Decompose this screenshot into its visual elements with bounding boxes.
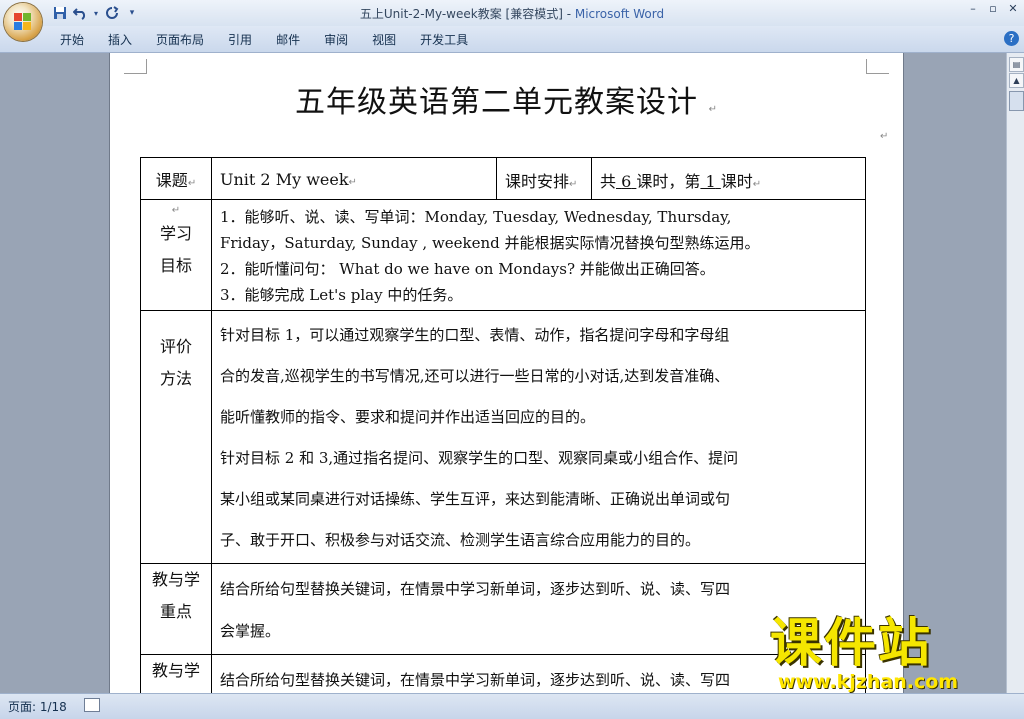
- table-row-evaluation: 评价 方法 针对目标 1，可以通过观察学生的口型、表情、动作，指名提问字母和字母…: [140, 310, 866, 564]
- schedule-label: 课时安排: [505, 171, 570, 191]
- ruler-toggle-icon[interactable]: ▤: [1009, 57, 1024, 72]
- schedule-total-value: 6: [621, 171, 632, 191]
- tab-mailings[interactable]: 邮件: [276, 31, 300, 48]
- lesson-plan-table: 课题↵ Unit 2 My week↵ 课时安排↵ 共 6 课时，第 1 课时↵…: [140, 157, 866, 693]
- goals-label-2: 目标: [159, 256, 192, 275]
- cell-mark: ↵: [348, 177, 357, 188]
- table-row-difficulties: 教与学 难点 结合所给句型替换关键词，在情景中学习新单词，逐步达到听、说、读、写…: [140, 654, 866, 693]
- difficulties-label-cell[interactable]: 教与学 难点: [140, 654, 212, 693]
- table-row-topic: 课题↵ Unit 2 My week↵ 课时安排↵ 共 6 课时，第 1 课时↵: [140, 157, 866, 200]
- tab-references[interactable]: 引用: [228, 31, 252, 48]
- topic-label-cell[interactable]: 课题↵: [140, 157, 212, 200]
- tab-page-layout[interactable]: 页面布局: [156, 31, 204, 48]
- proofing-icon[interactable]: [84, 698, 100, 712]
- evaluation-line-1: 针对目标 1，可以通过观察学生的口型、表情、动作，指名提问字母和字母组: [220, 326, 730, 344]
- tab-developer[interactable]: 开发工具: [420, 31, 468, 48]
- document-title-text: 五年级英语第二单元教案设计: [295, 85, 699, 120]
- cell-mark: ↵: [752, 178, 762, 190]
- tab-home[interactable]: 开始: [60, 31, 84, 48]
- scroll-thumb[interactable]: [1009, 91, 1024, 111]
- key-points-label-1: 教与学: [151, 570, 200, 589]
- tab-review[interactable]: 审阅: [324, 31, 348, 48]
- tab-view[interactable]: 视图: [372, 31, 396, 48]
- key-points-content-cell[interactable]: 结合所给句型替换关键词，在情景中学习新单词，逐步达到听、说、读、写四 会掌握。: [211, 563, 866, 655]
- evaluation-content-cell[interactable]: 针对目标 1，可以通过观察学生的口型、表情、动作，指名提问字母和字母组 合的发音…: [211, 310, 866, 564]
- margin-corner-right: [866, 59, 889, 74]
- evaluation-label-1: 评价: [159, 337, 192, 356]
- vertical-scrollbar[interactable]: ▤ ▲: [1006, 53, 1024, 693]
- window-title: 五上Unit-2-My-week教案 [兼容模式] - Microsoft Wo…: [0, 5, 1024, 22]
- status-bar: 页面: 1/18: [0, 693, 1024, 719]
- table-row-key-points: 教与学 重点 结合所给句型替换关键词，在情景中学习新单词，逐步达到听、说、读、写…: [140, 563, 866, 655]
- goals-label-cell[interactable]: ↵ 学习 目标: [140, 199, 212, 311]
- goals-content-cell[interactable]: 1．能够听、说、读、写单词：Monday, Tuesday, Wednesday…: [211, 199, 866, 311]
- key-points-line-1: 结合所给句型替换关键词，在情景中学习新单词，逐步达到听、说、读、写四: [220, 580, 731, 598]
- watermark-logo: 课件站 www.kjzhan.com: [770, 616, 1010, 692]
- tab-insert[interactable]: 插入: [108, 31, 132, 48]
- goals-label-1: 学习: [159, 224, 192, 243]
- schedule-value-cell[interactable]: 共 6 课时，第 1 课时↵: [591, 157, 866, 200]
- office-logo-icon: [14, 13, 32, 31]
- evaluation-label-cell[interactable]: 评价 方法: [140, 310, 212, 564]
- document-area[interactable]: 五年级英语第二单元教案设计 ↵ ↵ 课题↵ Unit 2 My week↵ 课时…: [0, 53, 1006, 693]
- window-controls: – ▫ ✕: [966, 2, 1020, 16]
- minimize-icon[interactable]: –: [966, 2, 980, 16]
- watermark-url: www.kjzhan.com: [778, 671, 959, 693]
- evaluation-line-6: 子、敢于开口、积极参与对话交流、检测学生语言综合应用能力的目的。: [220, 531, 701, 549]
- close-icon[interactable]: ✕: [1006, 2, 1020, 16]
- document-page[interactable]: 五年级英语第二单元教案设计 ↵ ↵ 课题↵ Unit 2 My week↵ 课时…: [110, 53, 903, 693]
- schedule-suffix: 课时: [720, 171, 753, 191]
- topic-value-cell[interactable]: Unit 2 My week↵: [211, 157, 497, 200]
- difficulties-line-1: 结合所给句型替换关键词，在情景中学习新单词，逐步达到听、说、读、写四: [220, 671, 731, 689]
- evaluation-line-5: 某小组或某同桌进行对话操练、学生互评，来达到能清晰、正确说出单词或句: [220, 490, 731, 508]
- paragraph-mark: ↵: [708, 104, 718, 115]
- key-points-label-2: 重点: [159, 602, 192, 621]
- key-points-line-2: 会掌握。: [220, 622, 281, 640]
- office-button[interactable]: [4, 3, 42, 41]
- goals-line-4: 3．能够完成 Let's play 中的任务。: [220, 286, 463, 304]
- page-count[interactable]: 页面: 1/18: [8, 698, 67, 715]
- scroll-up-icon[interactable]: ▲: [1009, 73, 1024, 88]
- app-name: Microsoft Word: [574, 7, 665, 21]
- document-name: 五上Unit-2-My-week教案 [兼容模式] -: [359, 7, 575, 21]
- schedule-label-cell[interactable]: 课时安排↵: [496, 157, 592, 200]
- cell-mark: ↵: [171, 205, 181, 216]
- goals-line-3: 2．能听懂问句： What do we have on Mondays? 并能做…: [220, 260, 715, 278]
- goals-line-2: Friday，Saturday, Sunday , weekend 并能根据实际…: [220, 234, 760, 252]
- difficulties-label-1: 教与学: [151, 661, 200, 680]
- document-title: 五年级英语第二单元教案设计 ↵: [110, 77, 903, 121]
- topic-value: Unit 2 My week: [220, 170, 349, 189]
- evaluation-line-2: 合的发音,巡视学生的书写情况,还可以进行一些日常的小对话,达到发音准确、: [220, 367, 730, 385]
- schedule-current-value: 1: [705, 171, 716, 191]
- paragraph-mark: ↵: [880, 131, 889, 142]
- schedule-mid: 课时，第: [636, 171, 701, 191]
- table-row-goals: ↵ 学习 目标 1．能够听、说、读、写单词：Monday, Tuesday, W…: [140, 199, 866, 311]
- evaluation-line-4: 针对目标 2 和 3,通过指名提问、观察学生的口型、观察同桌或小组合作、提问: [220, 449, 739, 467]
- watermark-name: 课件站: [770, 614, 933, 674]
- difficulties-content-cell[interactable]: 结合所给句型替换关键词，在情景中学习新单词，逐步达到听、说、读、写四: [211, 654, 866, 693]
- schedule-current: 1: [700, 172, 720, 191]
- margin-corner-left: [124, 59, 147, 74]
- topic-label: 课题: [155, 170, 188, 190]
- evaluation-label-2: 方法: [159, 369, 192, 388]
- schedule-total: 6: [616, 172, 636, 191]
- ribbon-tabs: 开始 插入 页面布局 引用 邮件 审阅 视图 开发工具: [60, 31, 492, 48]
- schedule-prefix: 共: [600, 171, 617, 191]
- key-points-label-cell[interactable]: 教与学 重点: [140, 563, 212, 655]
- evaluation-line-3: 能听懂教师的指令、要求和提问并作出适当回应的目的。: [220, 408, 596, 426]
- restore-icon[interactable]: ▫: [986, 2, 1000, 16]
- ribbon: 开始 插入 页面布局 引用 邮件 审阅 视图 开发工具 ?: [0, 26, 1024, 53]
- goals-line-1: 1．能够听、说、读、写单词：Monday, Tuesday, Wednesday…: [220, 208, 732, 226]
- cell-mark: ↵: [187, 177, 197, 189]
- help-icon[interactable]: ?: [1004, 31, 1019, 46]
- title-bar: ▾ ▾ 五上Unit-2-My-week教案 [兼容模式] - Microsof…: [0, 0, 1024, 26]
- cell-mark: ↵: [569, 178, 578, 190]
